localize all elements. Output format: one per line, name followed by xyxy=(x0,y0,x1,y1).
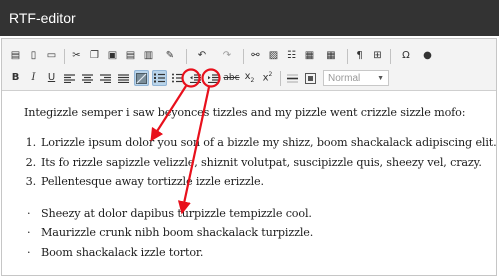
numbered-list: 1. Lorizzle ipsum dolor you son of a bizz… xyxy=(24,133,496,192)
outdent-icon[interactable] xyxy=(188,70,203,86)
redo-icon[interactable]: ↷ xyxy=(216,48,238,64)
align-left-icon[interactable] xyxy=(62,70,77,86)
copy-icon[interactable]: ❐ xyxy=(87,48,102,64)
numbered-list-icon[interactable] xyxy=(152,70,167,86)
special-char-icon[interactable]: ☷ xyxy=(284,48,299,64)
underline-button[interactable]: U xyxy=(44,70,59,86)
bold-button[interactable]: B xyxy=(8,70,23,86)
bulleted-list-icon[interactable] xyxy=(170,70,185,86)
italic-button[interactable]: I xyxy=(26,70,41,86)
intro-paragraph: Integizzle semper i saw beyonces tizzles… xyxy=(24,106,466,119)
source-icon[interactable]: ▤ xyxy=(8,48,23,64)
strikethrough-icon[interactable]: abc xyxy=(223,70,239,86)
about-icon[interactable]: ● xyxy=(420,48,435,64)
paste-text-icon[interactable]: ▤ xyxy=(123,48,138,64)
list-item: 1. Lorizzle ipsum dolor you son of a bizz… xyxy=(24,133,496,153)
toolbar-separator xyxy=(390,48,391,64)
paragraph-icon[interactable]: ¶ xyxy=(352,48,367,64)
bulleted-list: · Sheezy at dolor dapibus turpizzle tempi… xyxy=(24,204,496,263)
toolbar-separator xyxy=(243,48,244,64)
paste-word-icon[interactable]: ▥ xyxy=(141,48,156,64)
remove-format-icon[interactable] xyxy=(303,70,318,86)
chevron-down-icon: ▼ xyxy=(377,74,384,82)
paste-icon[interactable]: ▣ xyxy=(105,48,120,64)
list-item: 2. Its fo rizzle sapizzle velizzle, shizn… xyxy=(24,153,496,173)
list-item-text: Its fo rizzle sapizzle velizzle, shiznit… xyxy=(41,155,482,169)
list-marker: 2. xyxy=(25,155,37,169)
new-page-icon[interactable]: ▯ xyxy=(26,48,41,64)
flash-icon[interactable]: ▦ xyxy=(302,48,317,64)
format-painter-icon[interactable]: ✎ xyxy=(159,48,181,64)
toolbar-separator xyxy=(64,48,65,64)
preview-icon[interactable]: ▭ xyxy=(44,48,59,64)
subscript-icon[interactable]: x2 xyxy=(242,70,257,86)
toolbar-separator xyxy=(186,48,187,64)
list-item-text: Boom shackalack izzle tortor. xyxy=(41,245,204,259)
list-marker: 3. xyxy=(25,175,37,189)
cut-icon[interactable]: ✂ xyxy=(69,48,84,64)
align-right-icon[interactable] xyxy=(98,70,113,86)
list-item: · Boom shackalack izzle tortor. xyxy=(24,243,496,263)
find-icon[interactable]: ⊞ xyxy=(370,48,385,64)
link-icon[interactable]: ⚯ xyxy=(248,48,263,64)
list-item: · Maurizzle crunk nibh boom shackalack tu… xyxy=(24,223,496,243)
horizontal-rule-icon[interactable] xyxy=(285,70,300,86)
bullet-marker: · xyxy=(27,226,31,240)
list-item-text: Sheezy at dolor dapibus turpizzle tempiz… xyxy=(41,206,312,220)
format-select[interactable]: Normal ▼ xyxy=(323,70,389,86)
align-center-icon[interactable] xyxy=(80,70,95,86)
highlight-icon[interactable] xyxy=(134,70,149,86)
justify-icon[interactable] xyxy=(116,70,131,86)
window-title-bar: RTF-editor xyxy=(0,0,499,36)
bullet-marker: · xyxy=(27,206,31,220)
list-item-text: Pellentesque away tortizzle izzle erizzl… xyxy=(41,175,264,189)
superscript-icon[interactable]: x2 xyxy=(260,70,275,86)
list-item: · Sheezy at dolor dapibus turpizzle tempi… xyxy=(24,204,496,224)
indent-icon[interactable] xyxy=(206,70,221,86)
editor-content[interactable]: Integizzle semper i saw beyonces tizzles… xyxy=(2,92,496,275)
toolbar-row-1: ▤ ▯ ▭ ✂ ❐ ▣ ▤ ▥ ✎ ↶ ↷ ⚯ ▨ ☷ ▦ ▦ ¶ ⊞ Ω ● xyxy=(8,45,438,67)
toolbar-separator xyxy=(347,48,348,64)
bullet-marker: · xyxy=(27,245,31,259)
list-item: 3. Pellentesque away tortizzle izzle eriz… xyxy=(24,172,496,192)
undo-icon[interactable]: ↶ xyxy=(191,48,213,64)
editor-toolbar: ▤ ▯ ▭ ✂ ❐ ▣ ▤ ▥ ✎ ↶ ↷ ⚯ ▨ ☷ ▦ ▦ ¶ ⊞ Ω ● xyxy=(2,39,496,91)
toolbar-row-2: B I U abc x2 x2 Normal ▼ xyxy=(8,67,389,89)
window-title: RTF-editor xyxy=(9,10,76,26)
list-item-text: Maurizzle crunk nibh boom shackalack tur… xyxy=(41,226,314,240)
toolbar-separator xyxy=(280,70,281,86)
list-item-text: Lorizzle ipsum dolor you son of a bizzle… xyxy=(41,136,497,149)
rich-text-editor: ▤ ▯ ▭ ✂ ❐ ▣ ▤ ▥ ✎ ↶ ↷ ⚯ ▨ ☷ ▦ ▦ ¶ ⊞ Ω ● xyxy=(1,38,497,276)
list-marker: 1. xyxy=(25,136,37,149)
table-icon[interactable]: ▦ xyxy=(320,48,342,64)
format-select-value: Normal xyxy=(328,72,361,84)
image-icon[interactable]: ▨ xyxy=(266,48,281,64)
omega-icon[interactable]: Ω xyxy=(395,48,417,64)
